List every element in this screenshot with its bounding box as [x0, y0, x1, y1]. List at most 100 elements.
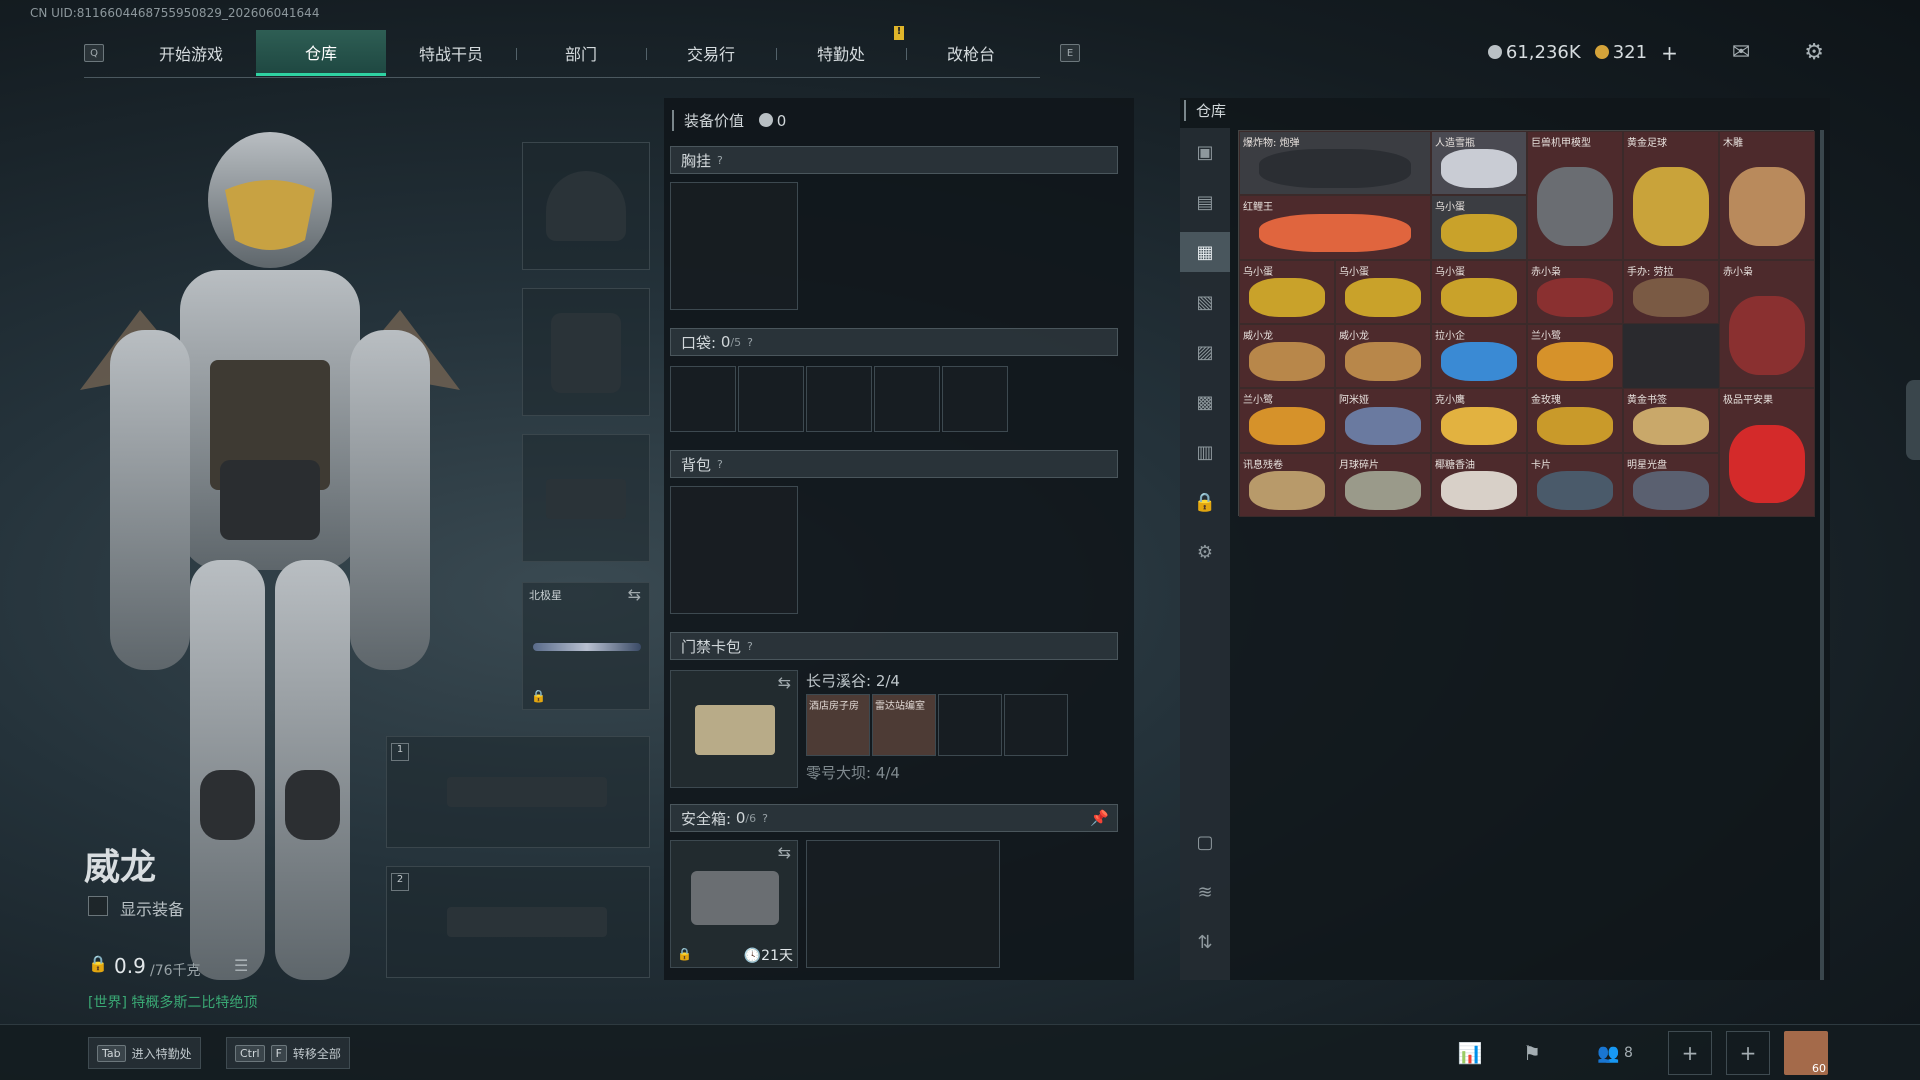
item-icon	[1345, 278, 1421, 317]
pocket-slot[interactable]	[806, 366, 872, 432]
pocket-slot[interactable]	[738, 366, 804, 432]
pocket-header: 口袋: 0/5?	[670, 328, 1118, 356]
item-label: 兰小鹭	[1531, 331, 1561, 342]
warehouse-item[interactable]: 极品平安果	[1719, 388, 1815, 517]
warehouse-item[interactable]: 兰小鹭	[1527, 324, 1623, 389]
flag-icon[interactable]: ⚑	[1510, 1031, 1554, 1075]
warehouse-item[interactable]: 赤小枭	[1527, 259, 1623, 324]
keycard-slot[interactable]	[938, 694, 1002, 756]
warehouse-item[interactable]: 乌小蛋	[1431, 259, 1527, 324]
item-label: 乌小蛋	[1243, 266, 1273, 278]
list-icon[interactable]: ☰	[234, 956, 248, 975]
enter-special-ops-button[interactable]: Tab 进入特勤处	[88, 1037, 201, 1069]
warehouse-tab-4-icon[interactable]: ▧	[1180, 282, 1230, 322]
pocket-slot[interactable]	[874, 366, 940, 432]
warehouse-item[interactable]: 乌小蛋	[1335, 259, 1431, 324]
keycard-slot[interactable]: 酒店房子房	[806, 694, 870, 756]
warehouse-tab-5-icon[interactable]: ▨	[1180, 332, 1230, 372]
warehouse-item[interactable]: 椰糖香油	[1431, 452, 1527, 517]
swap-icon[interactable]: ⇆	[778, 843, 791, 862]
stats-icon[interactable]: 📊	[1448, 1031, 1492, 1075]
warehouse-item[interactable]: 威小龙	[1335, 324, 1431, 389]
item-label: 赤小枭	[1531, 266, 1561, 278]
warehouse-tab-2-icon[interactable]: ▤	[1180, 182, 1230, 222]
warehouse-item[interactable]: 乌小蛋	[1431, 195, 1527, 260]
warehouse-item[interactable]: 红鲤王	[1239, 195, 1431, 260]
show-gear-checkbox[interactable]	[88, 896, 108, 916]
item-label: 黄金足球	[1627, 138, 1667, 149]
add-currency-button[interactable]: +	[1661, 41, 1678, 65]
warehouse-item[interactable]: 人造雪瓶	[1431, 131, 1527, 196]
warehouse-item[interactable]: 乌小蛋	[1239, 259, 1335, 324]
primary-weapon-slot-1[interactable]: 1	[386, 736, 650, 848]
filter-icon[interactable]: ▢	[1180, 822, 1230, 862]
warehouse-item[interactable]: 讯息残卷	[1239, 452, 1335, 517]
tab-trade[interactable]: 交易行	[646, 30, 776, 76]
warehouse-item[interactable]: 明星光盘	[1623, 452, 1719, 517]
keycard-case-slot[interactable]: ⇆	[670, 670, 798, 788]
armor-slot[interactable]	[522, 288, 650, 416]
warehouse-item[interactable]: 威小龙	[1239, 324, 1335, 389]
pocket-slot[interactable]	[942, 366, 1008, 432]
tab-special-ops[interactable]: 特勤处	[776, 30, 906, 76]
backpack-slot[interactable]	[670, 486, 798, 614]
primary-weapon-slot-2[interactable]: 2	[386, 866, 650, 978]
layers-icon[interactable]: ≋	[1180, 872, 1230, 912]
warehouse-item[interactable]: 金玫瑰	[1527, 388, 1623, 453]
lock-icon: 🔒	[88, 954, 108, 973]
warehouse-tab-3-icon[interactable]: ▦	[1180, 232, 1230, 272]
melee-slot[interactable]: 北极星 ⇆ 🔒	[522, 582, 650, 710]
warehouse-item[interactable]: 黄金书签	[1623, 388, 1719, 453]
warehouse-item[interactable]: 爆炸物: 炮弹	[1239, 131, 1431, 196]
warehouse-item[interactable]: 赤小枭	[1719, 259, 1815, 389]
tab-gunsmith[interactable]: 改枪台	[906, 30, 1036, 76]
warehouse-item[interactable]: 拉小企	[1431, 324, 1527, 389]
add-slot-button[interactable]: +	[1668, 1031, 1712, 1075]
mail-icon[interactable]: ✉	[1732, 40, 1750, 65]
warehouse-item[interactable]: 木雕	[1719, 131, 1815, 260]
settings-gear-icon[interactable]: ⚙	[1804, 40, 1824, 65]
prev-tab-key[interactable]: Q	[84, 44, 104, 62]
side-drawer-handle[interactable]	[1906, 380, 1920, 460]
warehouse-tab-7-icon[interactable]: ▥	[1180, 432, 1230, 472]
helmet-slot[interactable]	[522, 142, 650, 270]
warehouse-tab-1-icon[interactable]: ▣	[1180, 132, 1230, 172]
item-label: 极品平安果	[1723, 395, 1773, 407]
keycard-slot[interactable]	[1004, 694, 1068, 756]
warehouse-item[interactable]: 巨兽机甲模型	[1527, 131, 1623, 260]
lock-icon[interactable]: 🔒	[1180, 482, 1230, 522]
warehouse-item[interactable]: 阿米娅	[1335, 388, 1431, 453]
safe-box-slot[interactable]: ⇆ 🔒 🕓21天	[670, 840, 798, 968]
pistol-icon	[546, 479, 626, 519]
warehouse-tab-6-icon[interactable]: ▩	[1180, 382, 1230, 422]
player-avatar[interactable]: 60	[1784, 1031, 1828, 1075]
item-icon	[1259, 149, 1411, 189]
pocket-slot[interactable]	[670, 366, 736, 432]
warehouse-item[interactable]: 克小鹰	[1431, 388, 1527, 453]
friends-button[interactable]: 👥 8	[1580, 1031, 1650, 1075]
keycard-slot[interactable]: 雷达站编室	[872, 694, 936, 756]
warehouse-item[interactable]: 卡片	[1527, 452, 1623, 517]
weight-max: /76千克	[150, 963, 201, 979]
warehouse-item[interactable]: 手办: 劳拉	[1623, 259, 1719, 324]
scrollbar[interactable]	[1820, 130, 1824, 980]
warehouse-item[interactable]: 黄金足球	[1623, 131, 1719, 260]
safe-box-grid[interactable]	[806, 840, 1000, 968]
tab-warehouse[interactable]: 仓库	[256, 30, 386, 76]
add-slot-button[interactable]: +	[1726, 1031, 1770, 1075]
pin-icon[interactable]: 📌	[1090, 809, 1109, 827]
swap-icon[interactable]: ⇆	[778, 673, 791, 692]
gear-icon[interactable]: ⚙	[1180, 532, 1230, 572]
tab-operators[interactable]: 特战干员	[386, 30, 516, 76]
swap-icon[interactable]: ⇆	[628, 585, 641, 604]
sort-icon[interactable]: ⇅	[1180, 922, 1230, 962]
next-tab-key[interactable]: E	[1060, 44, 1080, 62]
pistol-slot[interactable]	[522, 434, 650, 562]
tab-start-game[interactable]: 开始游戏	[126, 30, 256, 76]
transfer-all-button[interactable]: Ctrl F 转移全部	[226, 1037, 350, 1069]
tab-department[interactable]: 部门	[516, 30, 646, 76]
chest-rig-slot[interactable]	[670, 182, 798, 310]
warehouse-item[interactable]: 月球碎片	[1335, 452, 1431, 517]
warehouse-item[interactable]: 兰小鹭	[1239, 388, 1335, 453]
item-icon	[1537, 471, 1613, 510]
